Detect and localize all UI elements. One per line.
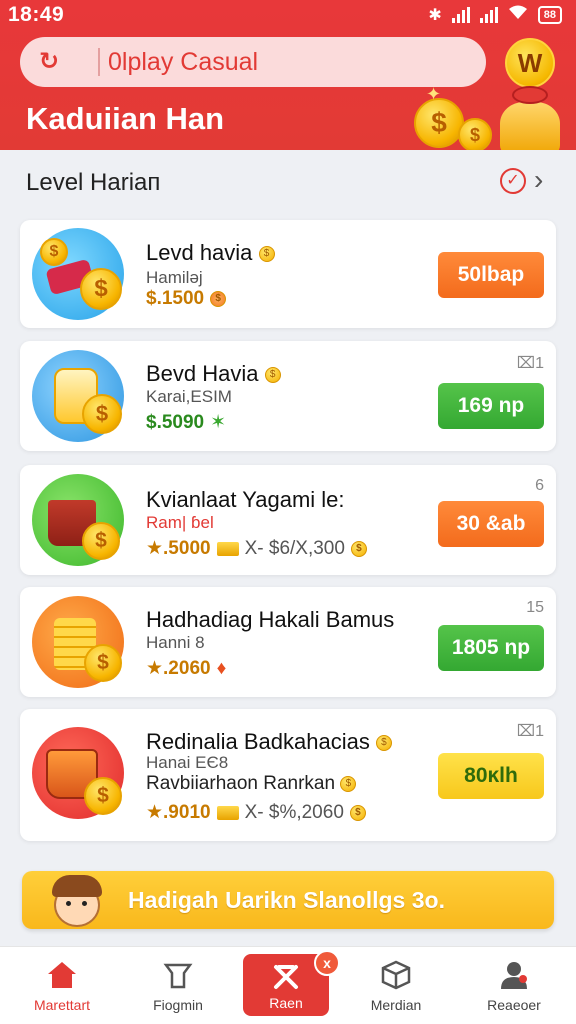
task-subtitle: Ram| ɓel <box>146 513 214 532</box>
task-description: Ravbiiarhaon Ranrkan $ <box>146 773 357 795</box>
gift-bag-icon <box>500 102 560 150</box>
status-time: 18:49 <box>8 3 65 26</box>
coins-decoration: $ $ ✦ <box>396 84 576 150</box>
coin-icon: $ <box>80 268 122 310</box>
task-title: Bevd Havia $ <box>146 361 281 387</box>
task-reward: ★.9010 X- $%,2060 $ <box>146 801 366 824</box>
coin-icon: $ <box>375 735 392 752</box>
task-title: Levd havia $ <box>146 240 275 266</box>
nav-item-merchant[interactable]: Merdian <box>346 947 446 1024</box>
avatar <box>46 869 108 931</box>
star-icon: ✶ <box>210 412 227 433</box>
banner-text: Hadigah Uarikn Slanollgs 3o. <box>128 887 445 913</box>
signal-icon <box>451 6 470 23</box>
coin-icon: $ <box>82 522 120 560</box>
coin-icon: $ <box>84 777 122 815</box>
promo-banner[interactable]: Hadigah Uarikn Slanollgs 3o. <box>22 871 554 929</box>
task-reward: $.1500 $ <box>146 288 227 310</box>
task-thumbnail: $ <box>32 474 124 566</box>
task-title: Hadhadiag Hakali Bamus <box>146 607 395 632</box>
nav-item-home[interactable]: Marettart <box>12 947 112 1024</box>
coin-icon: $ <box>258 246 275 263</box>
task-subtitle: Hanni 8 <box>146 633 205 652</box>
nav-label: Marettart <box>33 997 90 1013</box>
coin-icon: $ <box>340 775 357 792</box>
section-title: Level Hariап <box>26 169 161 196</box>
search-divider <box>98 48 100 76</box>
task-title: Redinalia Badkahacias $ <box>146 729 392 755</box>
notification-badge: x <box>314 950 340 976</box>
coin-icon: $ <box>264 367 281 384</box>
task-count: ⌧1 <box>516 355 544 372</box>
battery-icon: 88 <box>537 5 562 24</box>
page-title: Kaduiian Han <box>26 101 225 136</box>
task-thumbnail: $ <box>32 727 124 819</box>
task-reward: ★.2060 ♦ <box>146 657 227 680</box>
coin-icon: $ <box>40 238 68 266</box>
signal-icon-2 <box>479 6 498 23</box>
nav-item-program[interactable]: Fiogmin <box>128 947 228 1024</box>
nav-label: Reaeoer <box>487 997 541 1013</box>
bag-icon <box>163 963 193 989</box>
nav-label: Merdian <box>370 997 422 1013</box>
task-card[interactable]: $ $ Levd havia $ Hamiləj $.1500 $ 50lbap <box>20 220 556 328</box>
bluetooth-icon: ✱ <box>428 6 442 24</box>
flame-icon: ♦ <box>216 657 227 679</box>
user-icon <box>501 962 527 989</box>
status-icons: ✱ 88 <box>428 4 562 25</box>
task-subtitle: Hamiləj <box>146 268 203 287</box>
task-count: 15 <box>526 599 544 616</box>
gold-bar-icon <box>216 805 239 820</box>
coin-icon: $ <box>458 118 492 150</box>
task-reward: ★.5000 X- $6/X,300 $ <box>146 537 367 560</box>
task-subtitle: Karai,ESIM <box>146 387 232 406</box>
task-subtitle: Hanai EЄ8 <box>146 753 229 772</box>
chevron-right-icon[interactable]: › <box>534 166 543 194</box>
task-thumbnail: $ <box>32 350 124 442</box>
task-count: 6 <box>535 477 544 494</box>
box-icon <box>381 960 411 990</box>
check-circle-icon[interactable]: ✓ <box>500 168 526 194</box>
tool-icon <box>274 965 298 989</box>
claim-button[interactable]: 169 np <box>438 383 544 429</box>
refresh-icon[interactable]: ↻ <box>34 47 64 77</box>
claim-button[interactable]: 80ĸlh <box>438 753 544 799</box>
nav-label: Raen <box>269 995 303 1011</box>
bow-icon <box>512 86 548 104</box>
claim-button[interactable]: 50lbap <box>438 252 544 298</box>
task-card[interactable]: ⌧1 $ Bevd Havia $ Karai,ESIM $.5090 ✶ 169… <box>20 341 556 451</box>
task-card[interactable]: ⌧1 $ Redinalia Badkahacias $ Hanai EЄ8 R… <box>20 709 556 841</box>
task-card[interactable]: 15 $ Hadhadiag Hakali Bamus Hanni 8 ★.20… <box>20 587 556 697</box>
home-icon <box>48 962 76 988</box>
sparkle-icon: ✦ <box>426 84 442 104</box>
task-thumbnail: $ <box>32 596 124 688</box>
task-count: ⌧1 <box>516 723 544 740</box>
task-card[interactable]: 6 $ Kvianlaat Yagami le: Ram| ɓel ★.5000… <box>20 465 556 575</box>
coin-icon: $ <box>84 644 122 682</box>
nav-item-profile[interactable]: Reaeoer <box>464 947 564 1024</box>
gold-bar-icon <box>216 541 239 556</box>
coin-icon: $ <box>350 540 367 557</box>
search-bar[interactable]: ↻ 0lplay Casual <box>20 37 486 87</box>
nav-label: Fiogmin <box>153 997 203 1013</box>
coin-icon: $ <box>349 804 366 821</box>
task-reward: $.5090 ✶ <box>146 411 227 434</box>
status-bar: 18:49 ✱ 88 <box>0 0 576 30</box>
coin-icon: $ <box>82 394 122 434</box>
claim-button[interactable]: 1805 np <box>438 625 544 671</box>
coin-button[interactable]: W <box>505 38 555 88</box>
header: 18:49 ✱ 88 ↻ 0lplay Casual W Kaduiian Ha… <box>0 0 576 150</box>
coin-icon: $ <box>210 291 227 307</box>
wifi-icon <box>508 4 528 25</box>
search-input[interactable]: 0lplay Casual <box>108 48 258 77</box>
task-thumbnail: $ $ <box>32 228 124 320</box>
task-title: Kvianlaat Yagami le: <box>146 487 345 512</box>
coin-icon: $ <box>414 98 464 148</box>
claim-button[interactable]: 30 &ab <box>438 501 544 547</box>
